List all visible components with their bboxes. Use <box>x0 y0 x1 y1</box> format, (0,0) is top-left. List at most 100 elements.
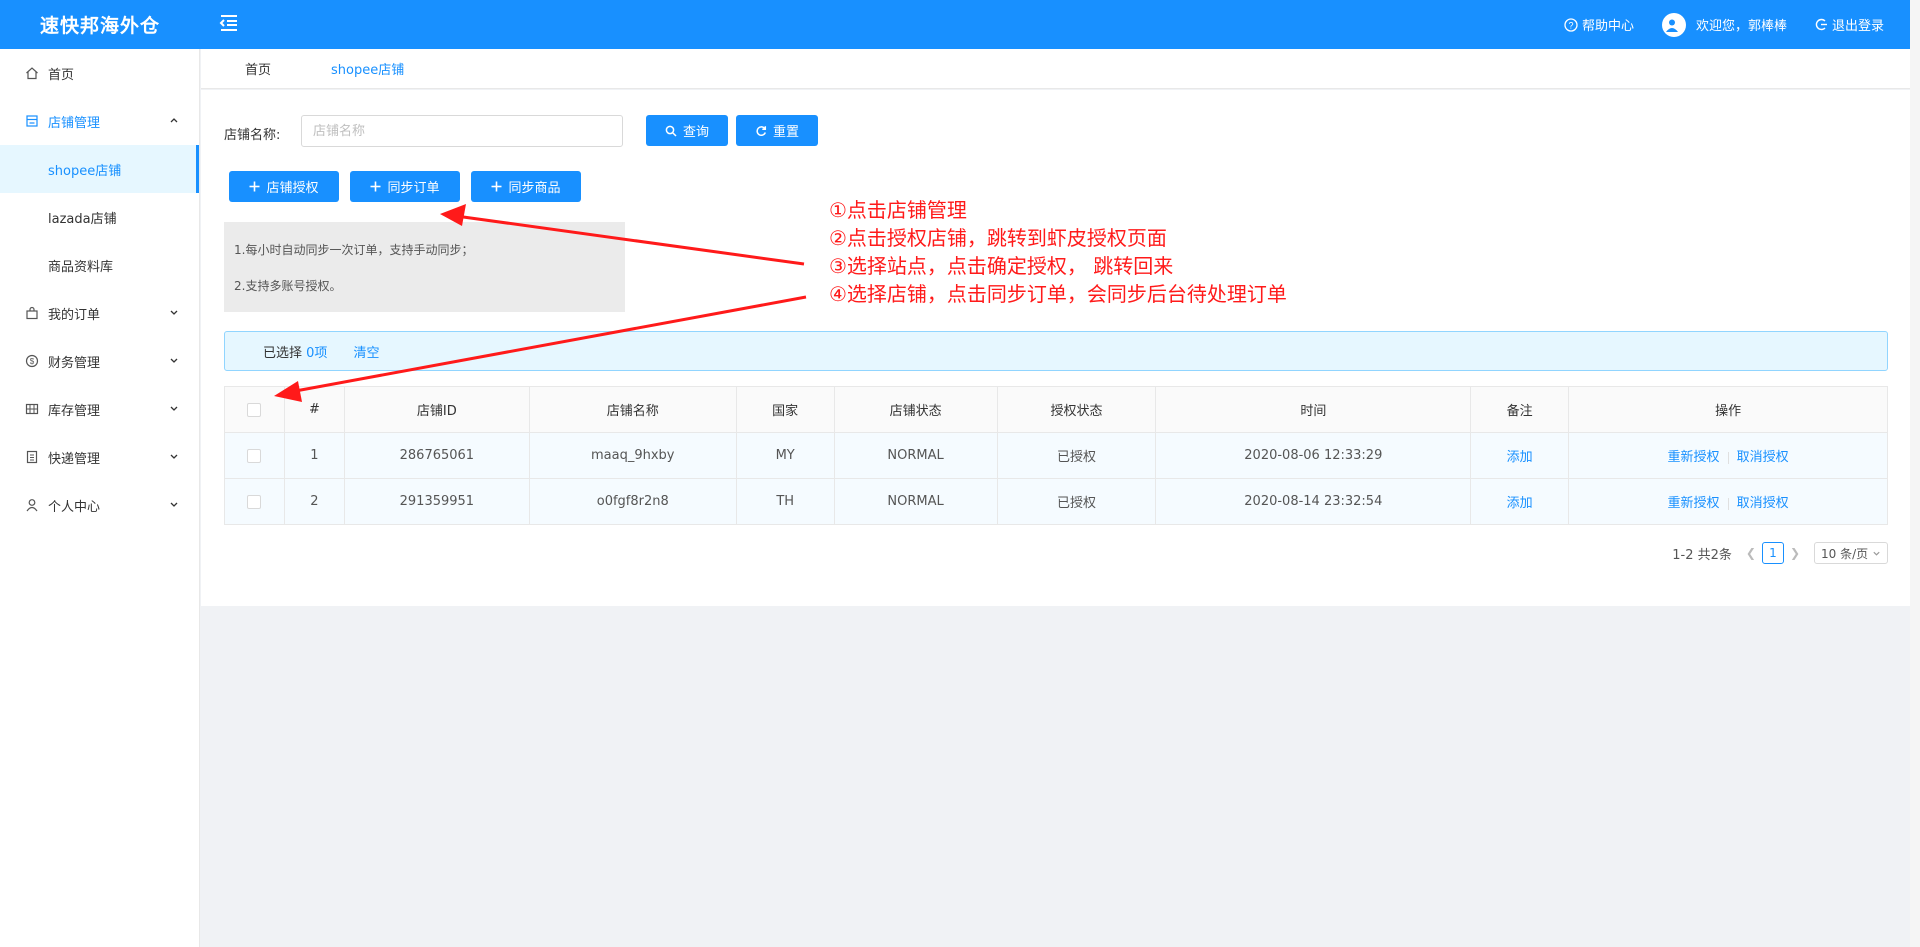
remark-cell: 添加 <box>1470 432 1570 479</box>
plus-icon <box>249 181 260 192</box>
user-avatar-icon <box>1665 19 1678 32</box>
notice-box: 1.每小时自动同步一次订单，支持手动同步； 2.支持多账号授权。 <box>224 222 625 312</box>
notice-line-2: 2.支持多账号授权。 <box>234 279 342 293</box>
sidebar-item-shopee[interactable]: shopee店铺 <box>0 145 199 193</box>
reload-icon <box>756 125 767 136</box>
help-icon: ? <box>1564 17 1578 32</box>
auth-status: 已授权 <box>996 432 1157 479</box>
plus-icon <box>491 181 502 192</box>
page-number[interactable]: 1 <box>1761 542 1784 564</box>
sidebar-item-profile[interactable]: 个人中心 <box>0 481 199 529</box>
column-header: 国家 <box>735 386 835 433</box>
page-size-select[interactable]: 10 条/页 <box>1814 542 1888 564</box>
chevron-down-icon <box>169 354 179 369</box>
sidebar-item-finance[interactable]: $ 财务管理 <box>0 337 199 385</box>
tab-shopee[interactable]: shopee店铺 <box>331 49 404 89</box>
svg-text:?: ? <box>1568 20 1573 30</box>
table-row[interactable]: 1 286765061 maaq_9hxby MY NORMAL 已授权 202… <box>224 432 1888 479</box>
table-row[interactable]: 2 291359951 o0fgf8r2n8 TH NORMAL 已授权 202… <box>224 478 1888 525</box>
column-header: 店铺ID <box>343 386 530 433</box>
column-header: # <box>283 386 345 433</box>
authorize-shop-button[interactable]: 店铺授权 <box>229 171 339 202</box>
row-select-cell <box>224 432 285 479</box>
query-button[interactable]: 查询 <box>646 115 728 146</box>
sidebar-item-express[interactable]: 快递管理 <box>0 433 199 481</box>
sidebar-item-label: 财务管理 <box>48 355 101 371</box>
dollar-icon: $ <box>24 353 40 369</box>
add-remark-link[interactable]: 添加 <box>1507 496 1533 511</box>
clear-selection-link[interactable]: 清空 <box>353 342 379 361</box>
reset-button[interactable]: 重置 <box>736 115 818 146</box>
cancel-authorization-link[interactable]: 取消授权 <box>1737 496 1789 511</box>
annotation-step-3: ③选择站点，点击确定授权， 跳转回来 <box>829 254 1174 278</box>
sidebar-item-orders[interactable]: 我的订单 <box>0 289 199 337</box>
sidebar-item-label: 个人中心 <box>48 499 101 515</box>
reauthorize-link[interactable]: 重新授权 <box>1668 450 1720 465</box>
row-checkbox[interactable] <box>247 494 262 509</box>
selection-prefix: 已选择 <box>263 345 303 361</box>
list-icon <box>24 449 40 465</box>
app-logo[interactable]: 速快邦海外仓 <box>0 0 200 49</box>
user-welcome[interactable]: 欢迎您，郭棒棒 <box>1661 12 1787 37</box>
table-header-row: # 店铺ID 店铺名称 国家 店铺状态 授权状态 时间 备注 操作 <box>224 386 1888 433</box>
svg-text:$: $ <box>30 357 35 366</box>
row-checkbox[interactable] <box>247 448 262 463</box>
sidebar-item-label: 我的订单 <box>48 307 101 323</box>
shop-name-input[interactable] <box>301 115 623 147</box>
shop-status: NORMAL <box>833 478 998 525</box>
chevron-down-icon <box>169 402 179 417</box>
menu-collapse-icon[interactable] <box>218 12 240 34</box>
remark-cell: 添加 <box>1470 478 1570 525</box>
sync-orders-label: 同步订单 <box>387 181 440 196</box>
operation-cell: 重新授权 取消授权 <box>1568 432 1888 479</box>
sync-orders-button[interactable]: 同步订单 <box>350 171 460 202</box>
operation-cell: 重新授权 取消授权 <box>1568 478 1888 525</box>
search-icon <box>665 125 677 137</box>
shop-time: 2020-08-14 23:32:54 <box>1155 478 1472 525</box>
sidebar: 首页 店铺管理 shopee店铺 lazada店铺 商品资料库 我的订单 $ 财… <box>0 49 200 947</box>
select-all-cell <box>224 386 285 433</box>
page-scrollbar[interactable] <box>1910 0 1920 947</box>
sidebar-item-shop-management[interactable]: 店铺管理 <box>0 97 199 145</box>
sidebar-item-product-library[interactable]: 商品资料库 <box>0 241 199 289</box>
row-select-cell <box>224 478 285 525</box>
select-all-checkbox[interactable] <box>247 402 262 417</box>
user-icon <box>24 497 40 513</box>
help-center-link[interactable]: ? 帮助中心 <box>1564 15 1634 34</box>
sidebar-item-lazada[interactable]: lazada店铺 <box>0 193 199 241</box>
avatar[interactable] <box>1661 12 1686 37</box>
page-tabs: 首页 shopee店铺 <box>201 49 1910 89</box>
chevron-down-icon <box>169 498 179 513</box>
shop-id: 291359951 <box>343 478 530 525</box>
bag-icon <box>24 305 40 321</box>
header-right: ? 帮助中心 欢迎您，郭棒棒 退出登录 <box>1536 0 1884 49</box>
shop-id: 286765061 <box>343 432 530 479</box>
chevron-down-icon <box>169 450 179 465</box>
sidebar-item-label: 快递管理 <box>48 451 101 467</box>
reauthorize-link[interactable]: 重新授权 <box>1668 496 1720 511</box>
tab-home[interactable]: 首页 <box>245 49 271 89</box>
sidebar-item-home[interactable]: 首页 <box>0 49 199 97</box>
shop-table: # 店铺ID 店铺名称 国家 店铺状态 授权状态 时间 备注 操作 1 2867… <box>224 386 1888 525</box>
sidebar-item-label: 库存管理 <box>48 403 101 419</box>
selection-bar: 已选择 0项 清空 <box>224 331 1888 371</box>
sync-products-button[interactable]: 同步商品 <box>471 171 581 202</box>
chevron-up-icon <box>169 114 179 129</box>
sidebar-item-inventory[interactable]: 库存管理 <box>0 385 199 433</box>
shop-icon <box>24 113 40 129</box>
chevron-right-icon[interactable]: ❯ <box>1790 546 1800 560</box>
row-number: 2 <box>283 478 345 525</box>
logout-link[interactable]: 退出登录 <box>1815 15 1884 34</box>
query-label: 查询 <box>682 125 709 140</box>
sidebar-item-label: 店铺管理 <box>48 115 101 131</box>
chevron-left-icon[interactable]: ❮ <box>1746 546 1756 560</box>
cancel-authorization-link[interactable]: 取消授权 <box>1737 450 1789 465</box>
instruction-annotation: ①点击店铺管理 ②点击授权店铺，跳转到虾皮授权页面 ③选择站点，点击确定授权， … <box>829 196 1287 308</box>
plus-icon <box>370 181 381 192</box>
logout-label: 退出登录 <box>1831 19 1884 34</box>
reset-label: 重置 <box>772 125 799 140</box>
divider <box>1727 451 1729 464</box>
pagination: 1-2 共2条 ❮ 1 ❯ 10 条/页 <box>1672 542 1888 564</box>
add-remark-link[interactable]: 添加 <box>1507 450 1533 465</box>
chevron-down-icon <box>169 306 179 321</box>
